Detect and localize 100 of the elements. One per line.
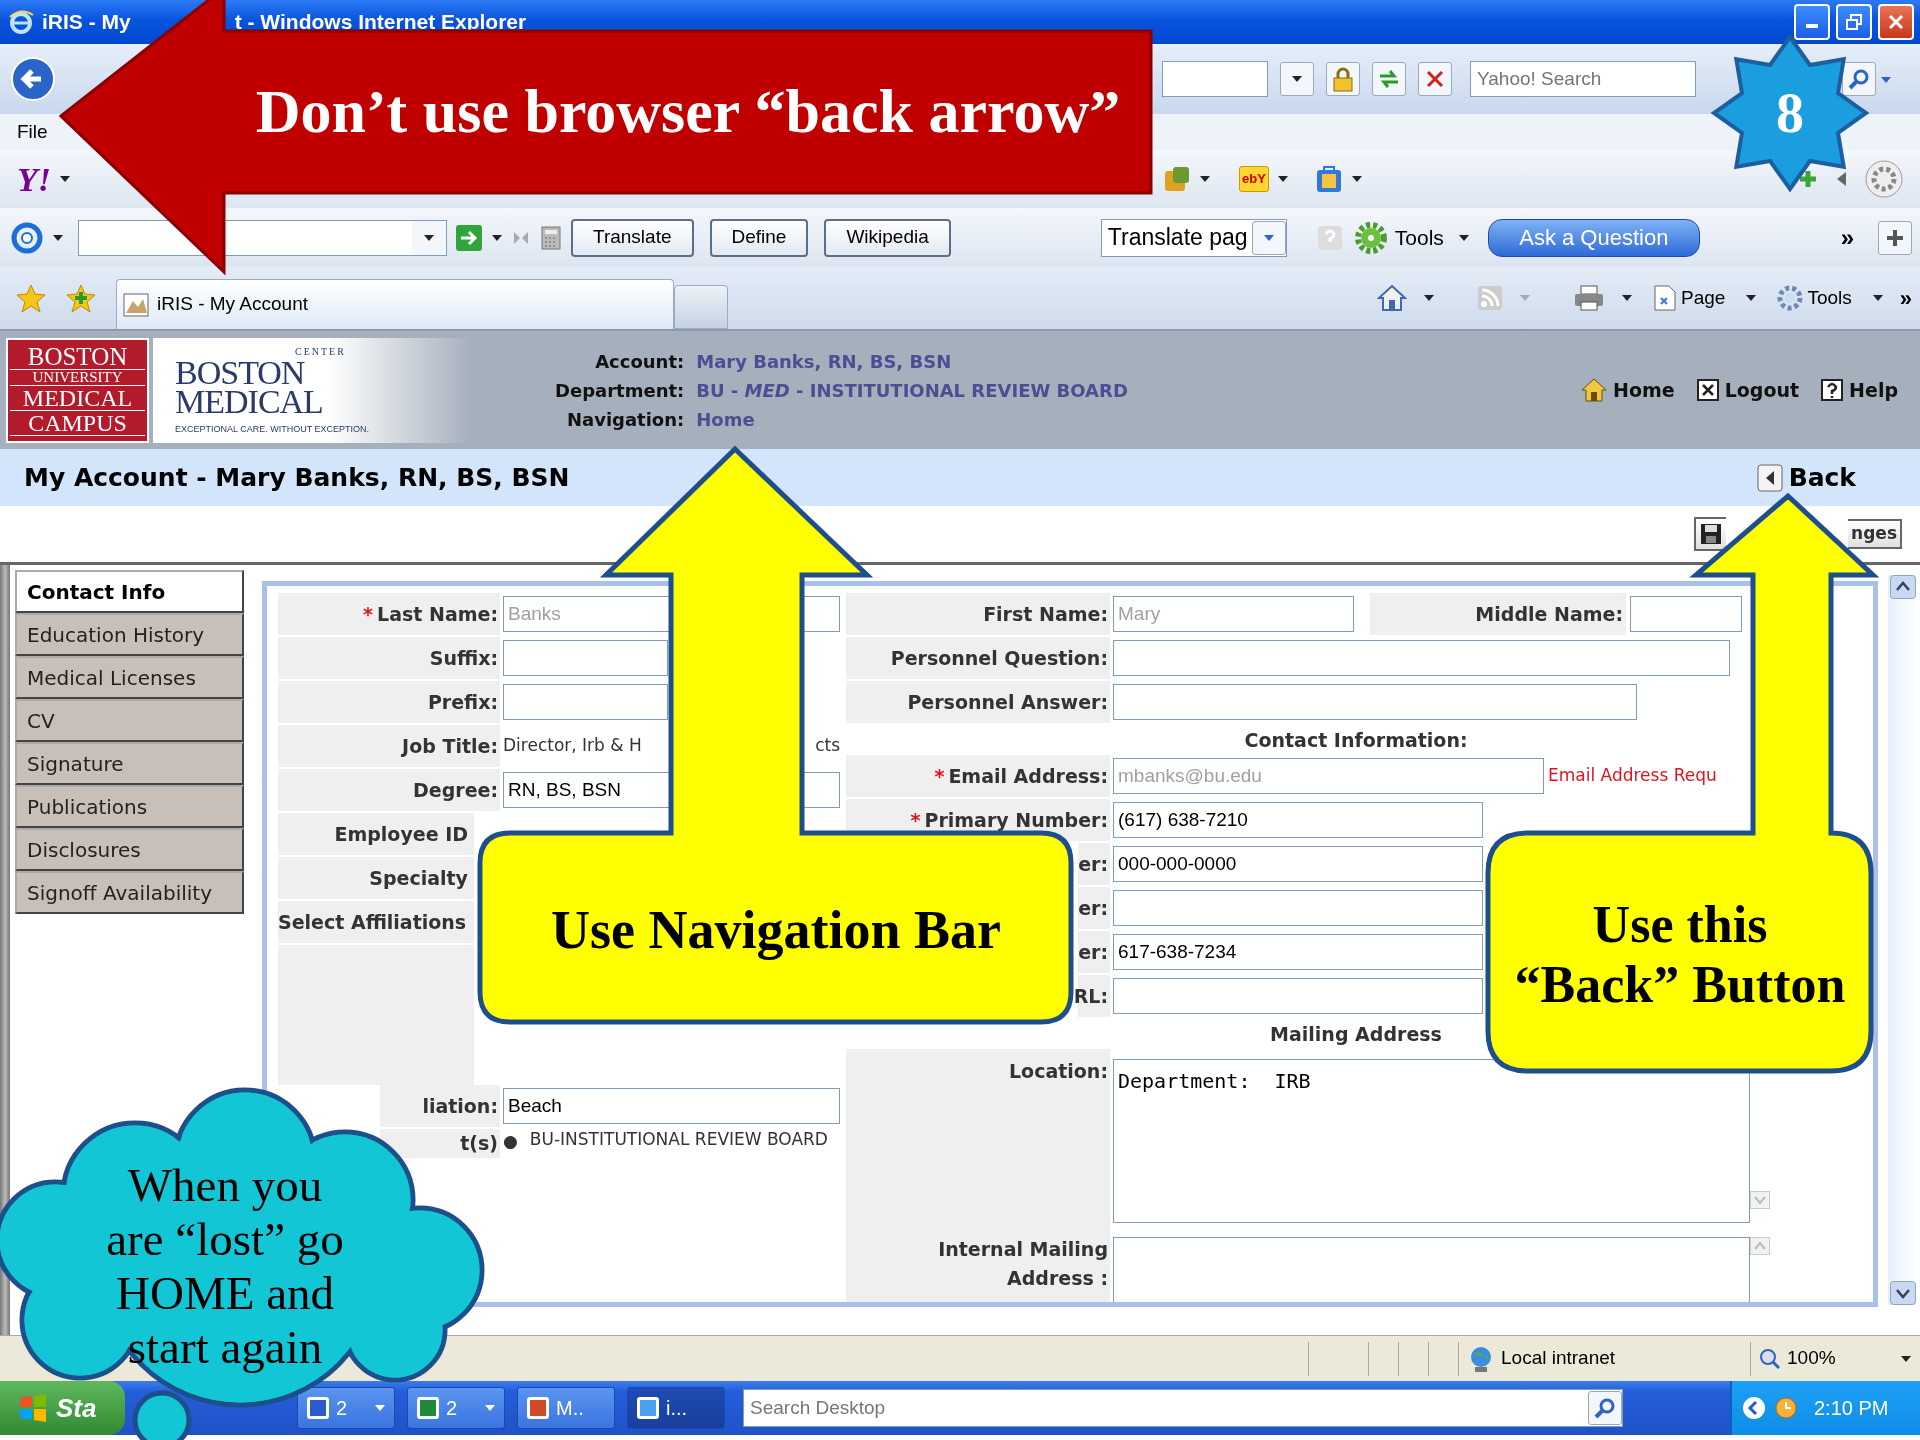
- search-button[interactable]: [1842, 62, 1876, 96]
- dropdown-caret-icon[interactable]: [423, 233, 435, 242]
- calculator-icon[interactable]: [541, 225, 561, 250]
- add-favorite-icon[interactable]: [66, 283, 96, 313]
- callout-text: When you are “lost” go HOME and start again: [106, 1157, 344, 1375]
- side-tab[interactable]: Disclosures: [15, 828, 244, 871]
- dropdown-caret-icon[interactable]: [491, 233, 503, 242]
- side-tab[interactable]: Signature: [15, 742, 244, 785]
- browser-tab[interactable]: iRIS - My Account: [116, 279, 674, 329]
- plus-icon[interactable]: [1798, 169, 1818, 189]
- close-button[interactable]: [1878, 4, 1914, 40]
- dropdown-caret-icon[interactable]: [52, 233, 64, 242]
- input-field[interactable]: [1630, 596, 1742, 632]
- close-box-icon: [1696, 379, 1719, 401]
- save-changes-button[interactable]: nges: [1848, 519, 1902, 549]
- side-tab[interactable]: Education History: [15, 613, 244, 656]
- search-field[interactable]: Yahoo! Search: [1470, 61, 1696, 97]
- menu-item[interactable]: File: [17, 117, 48, 147]
- clock-app-icon[interactable]: [1774, 1396, 1798, 1420]
- side-tab[interactable]: CV: [15, 699, 244, 742]
- side-tab[interactable]: Publications: [15, 785, 244, 828]
- plus-icon: [1885, 227, 1905, 248]
- save-icon-button[interactable]: [1694, 517, 1726, 551]
- gear-icon: [1777, 285, 1804, 311]
- taskbar-button[interactable]: i...: [627, 1387, 725, 1429]
- address-field[interactable]: [1162, 61, 1268, 97]
- dropdown-caret-icon[interactable]: [1350, 175, 1363, 183]
- input-field[interactable]: (617) 638-7210: [1113, 802, 1483, 838]
- toolbar-button[interactable]: Wikipedia: [824, 218, 951, 257]
- taskbar-button[interactable]: M..: [517, 1387, 615, 1429]
- field-label: Suffix:: [278, 637, 500, 679]
- puzzle-icon[interactable]: [1163, 165, 1191, 193]
- dropdown-caret-icon: [374, 1404, 386, 1412]
- refresh-icon: [1377, 68, 1401, 90]
- search-engine-icon[interactable]: [10, 220, 44, 255]
- bag-icon[interactable]: [1314, 164, 1343, 194]
- more-chevron[interactable]: »: [1840, 219, 1854, 256]
- logo-text[interactable]: Y!: [17, 153, 51, 205]
- field-label: Select Affiliations: [278, 901, 474, 943]
- back-button[interactable]: Back: [1756, 458, 1856, 497]
- header-link[interactable]: Logout: [1696, 375, 1800, 405]
- input-field[interactable]: [1113, 978, 1483, 1014]
- dropdown-caret-icon[interactable]: [1199, 175, 1211, 183]
- minimize-button[interactable]: [1794, 4, 1830, 40]
- dropdown-caret-icon[interactable]: [1900, 1355, 1912, 1364]
- printer-icon[interactable]: [1573, 284, 1605, 312]
- dropdown-caret-icon[interactable]: [1457, 233, 1470, 242]
- toolbar-button[interactable]: Translate: [571, 218, 694, 257]
- toolbar-label[interactable]: Tools: [1394, 221, 1444, 254]
- taskbar-button[interactable]: 2: [297, 1387, 395, 1429]
- dropdown-button[interactable]: [1251, 220, 1286, 255]
- back-button[interactable]: [10, 56, 56, 102]
- dropdown-caret-icon[interactable]: [1871, 294, 1884, 302]
- text-area[interactable]: Department: IRB: [1113, 1059, 1750, 1223]
- toolbar-button[interactable]: Define: [709, 218, 809, 257]
- dropdown-caret-icon[interactable]: [59, 175, 71, 183]
- header-link[interactable]: Help: [1821, 375, 1898, 405]
- dropdown-caret-icon[interactable]: [1276, 175, 1289, 183]
- input-field[interactable]: [1113, 640, 1730, 676]
- input-field[interactable]: [1113, 684, 1637, 720]
- input-field[interactable]: 000-000-0000: [1113, 846, 1483, 882]
- windows-flag-icon: [18, 1394, 48, 1422]
- input-field[interactable]: [503, 684, 668, 720]
- side-tab[interactable]: Signoff Availability: [15, 871, 244, 914]
- side-tab[interactable]: Medical Licenses: [15, 656, 244, 699]
- callout-text: Use Navigation Bar: [551, 898, 1001, 962]
- refresh-button[interactable]: [1372, 62, 1406, 96]
- zoom-level[interactable]: 100%: [1787, 1344, 1836, 1373]
- dropdown-caret-icon[interactable]: [1621, 294, 1633, 302]
- header-link[interactable]: Home: [1581, 375, 1675, 405]
- callout-text: Don’t use browser “back arrow”: [255, 76, 1121, 148]
- input-field[interactable]: [1113, 890, 1483, 926]
- dropdown-caret-icon[interactable]: [1745, 294, 1758, 302]
- input-field[interactable]: Beach: [503, 1088, 840, 1124]
- stop-button[interactable]: [1418, 62, 1452, 96]
- scroll-down-icon[interactable]: [1890, 1281, 1916, 1305]
- desktop-search-field[interactable]: Search Desktop: [743, 1389, 1623, 1427]
- section-heading: Mailing Address: [1270, 1021, 1442, 1047]
- gear-icon[interactable]: [1354, 221, 1387, 254]
- shop-icon[interactable]: ebY: [1239, 166, 1269, 192]
- settings-icon[interactable]: [1864, 159, 1904, 199]
- search-button[interactable]: [1588, 1391, 1622, 1425]
- dropdown-caret-icon[interactable]: [1291, 75, 1303, 83]
- page-menu-button[interactable]: Page: [1649, 283, 1730, 313]
- favorites-star-icon[interactable]: [16, 283, 46, 313]
- taskbar-button[interactable]: 2: [407, 1387, 505, 1429]
- restore-button[interactable]: [1836, 4, 1872, 40]
- info-label: Department:: [555, 378, 685, 403]
- scrollbar[interactable]: [1888, 575, 1918, 1305]
- input-field[interactable]: [503, 640, 668, 676]
- address-dropdown-button[interactable]: [1280, 62, 1314, 96]
- side-tab[interactable]: Contact Info: [15, 570, 244, 613]
- dropdown-caret-icon[interactable]: [1423, 294, 1435, 302]
- tools-menu-button[interactable]: Tools: [1773, 283, 1856, 313]
- translate-select[interactable]: Translate pag: [1100, 218, 1287, 257]
- input-field[interactable]: 617-638-7234: [1113, 934, 1483, 970]
- home-icon[interactable]: [1377, 284, 1407, 312]
- add-button[interactable]: [1878, 220, 1912, 255]
- scroll-up-icon[interactable]: [1890, 575, 1916, 599]
- more-chevron[interactable]: »: [1899, 281, 1912, 315]
